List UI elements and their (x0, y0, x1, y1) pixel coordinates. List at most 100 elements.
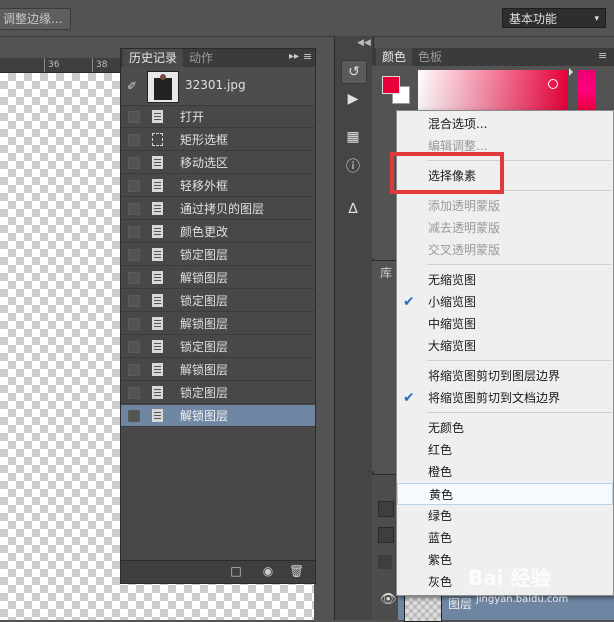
tab-color[interactable]: 颜色 (376, 48, 413, 66)
history-source-checkbox[interactable] (128, 111, 140, 123)
history-state-row[interactable]: 解锁图层 (121, 267, 315, 289)
snapshot-name: 32301.jpg (185, 78, 246, 92)
checkmark-icon: ✔ (403, 390, 415, 406)
menu-item[interactable]: ✔ 将缩览图剪切到文档边界 (397, 387, 613, 409)
menu-item-label: 蓝色 (428, 531, 453, 545)
history-state-row[interactable]: 锁定图层 (121, 290, 315, 312)
history-source-checkbox[interactable] (128, 364, 140, 376)
history-source-checkbox[interactable] (128, 226, 140, 238)
baidu-watermark-url: jingyan.baidu.com (476, 594, 569, 605)
foreground-color-swatch[interactable] (382, 76, 400, 94)
libraries-label: 库 (380, 266, 393, 280)
menu-item[interactable]: 橙色 (397, 461, 613, 483)
history-state-label: 移动选区 (180, 156, 229, 170)
history-state-row[interactable]: 锁定图层 (121, 336, 315, 358)
panel-collapse-icon[interactable]: ▸▸ (289, 51, 299, 62)
paragraph-icon[interactable]: ∆ (341, 198, 365, 220)
ruler-label: 36 (48, 60, 60, 70)
history-panel-icon[interactable]: ↺ (341, 60, 367, 84)
menu-item[interactable]: 蓝色 (397, 527, 613, 549)
history-state-row[interactable]: 解锁图层 (121, 405, 315, 427)
panel-dock-strip: ◀◀ ↺ ▶ ▦ ⓘ ∆ (334, 36, 374, 620)
menu-item[interactable]: 中缩览图 (397, 313, 613, 335)
history-state-label: 轻移外框 (180, 179, 229, 193)
hue-bar[interactable] (578, 70, 596, 110)
document-icon (152, 271, 163, 284)
menu-item[interactable]: ✔ 小缩览图 (397, 291, 613, 313)
workspace-label: 基本功能 (509, 12, 558, 26)
menu-item[interactable]: 无颜色 (397, 417, 613, 439)
tab-actions[interactable]: 动作 (183, 49, 219, 67)
color-picker-marker[interactable] (548, 79, 558, 89)
hue-slider-handle[interactable] (569, 68, 573, 76)
history-state-row[interactable]: 解锁图层 (121, 313, 315, 335)
color-spectrum[interactable] (418, 70, 568, 110)
tab-history[interactable]: 历史记录 (123, 49, 184, 67)
history-source-checkbox[interactable] (128, 249, 140, 261)
history-source-checkbox[interactable] (128, 387, 140, 399)
blend-mode-icon[interactable] (378, 527, 394, 543)
menu-item[interactable]: 混合选项... (397, 113, 613, 135)
menu-item: 添加透明蒙版 (397, 195, 613, 217)
menu-item[interactable]: 红色 (397, 439, 613, 461)
menu-item[interactable]: 黄色 (397, 483, 613, 505)
history-source-checkbox[interactable] (128, 341, 140, 353)
document-icon (152, 409, 163, 422)
history-state-row[interactable]: 颜色更改 (121, 221, 315, 243)
new-document-from-state-icon[interactable]: □ (229, 565, 243, 577)
history-state-row[interactable]: 移动选区 (121, 152, 315, 174)
menu-item-label: 中缩览图 (428, 317, 477, 331)
document-icon (152, 363, 163, 376)
history-state-label: 锁定图层 (180, 386, 229, 400)
lock-icon[interactable] (378, 555, 392, 569)
history-state-row[interactable]: 锁定图层 (121, 382, 315, 404)
trash-icon[interactable]: 🗑 (289, 565, 304, 577)
history-snapshot[interactable]: ✐ 32301.jpg (121, 67, 315, 106)
info-icon[interactable]: ⓘ (341, 156, 365, 178)
menu-item-label: 混合选项... (428, 117, 488, 131)
actions-play-icon[interactable]: ▶ (341, 88, 365, 110)
menu-item[interactable]: 大缩览图 (397, 335, 613, 357)
layer-filter-icon[interactable] (378, 501, 394, 517)
menu-item[interactable]: 无缩览图 (397, 269, 613, 291)
history-state-row[interactable]: 轻移外框 (121, 175, 315, 197)
menu-item-label: 将缩览图剪切到文档边界 (428, 391, 561, 405)
history-state-row[interactable]: 矩形选框 (121, 129, 315, 151)
collapse-icon[interactable]: ◀◀ (357, 38, 371, 48)
history-state-row[interactable]: 解锁图层 (121, 359, 315, 381)
document-icon (152, 225, 163, 238)
history-state-label: 矩形选框 (180, 133, 229, 147)
menu-item[interactable]: 将缩览图剪切到图层边界 (397, 365, 613, 387)
menu-item: 减去透明蒙版 (397, 217, 613, 239)
panel-menu-icon[interactable]: ≡ (598, 49, 607, 62)
history-source-checkbox[interactable] (128, 410, 140, 422)
tab-swatches[interactable]: 色板 (412, 48, 448, 66)
history-source-checkbox[interactable] (128, 318, 140, 330)
checkmark-icon: ✔ (403, 294, 415, 310)
history-state-row[interactable]: 锁定图层 (121, 244, 315, 266)
visibility-eye-icon[interactable]: 👁 (380, 592, 397, 607)
properties-icon[interactable]: ▦ (341, 126, 365, 148)
chevron-down-icon: ▾ (594, 14, 599, 24)
workspace-dropdown[interactable]: 基本功能 ▾ (502, 8, 606, 28)
refine-edge-button[interactable]: 调整边缘... (0, 8, 72, 30)
camera-icon[interactable]: ◉ (261, 565, 275, 577)
history-state-row[interactable]: 通过拷贝的图层 (121, 198, 315, 220)
history-source-checkbox[interactable] (128, 295, 140, 307)
menu-item-label: 灰色 (428, 575, 453, 589)
document-icon (152, 340, 163, 353)
menu-item[interactable]: 绿色 (397, 505, 613, 527)
history-source-checkbox[interactable] (128, 180, 140, 192)
menu-item-label: 小缩览图 (428, 295, 477, 309)
history-source-checkbox[interactable] (128, 134, 140, 146)
menu-item-label: 将缩览图剪切到图层边界 (428, 369, 561, 383)
highlight-annotation-box (390, 152, 504, 194)
history-source-checkbox[interactable] (128, 272, 140, 284)
menu-item-label: 无颜色 (428, 421, 465, 435)
history-source-checkbox[interactable] (128, 157, 140, 169)
history-brush-icon: ✐ (127, 79, 138, 93)
panel-menu-icon[interactable]: ≡ (303, 50, 312, 63)
document-icon (152, 386, 163, 399)
history-state-row[interactable]: 打开 (121, 106, 315, 128)
history-source-checkbox[interactable] (128, 203, 140, 215)
